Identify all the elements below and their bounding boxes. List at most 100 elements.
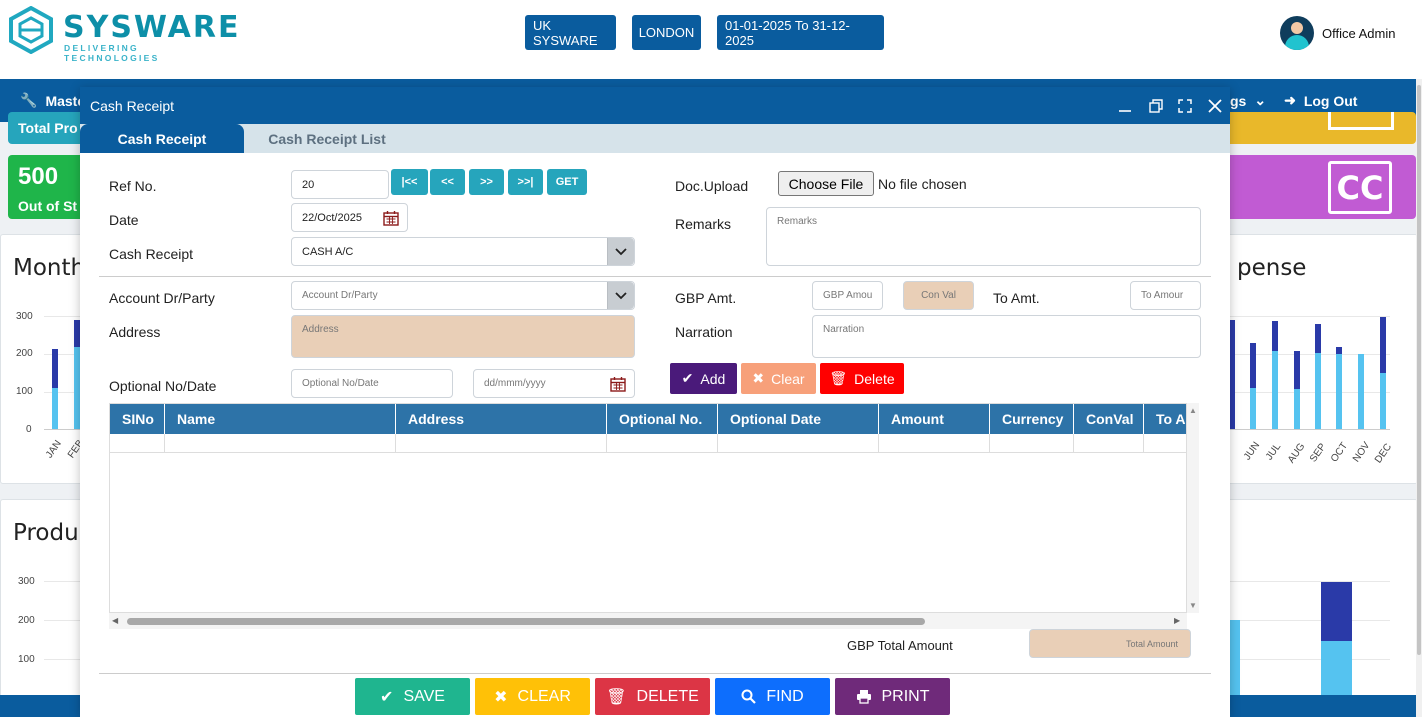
delete-row-button[interactable]: 🗑 Delete bbox=[820, 363, 904, 394]
out-of-stock-tile[interactable]: 500 Out of St bbox=[8, 155, 88, 219]
col-header[interactable]: SINo bbox=[110, 404, 165, 434]
bar-dec-dark bbox=[1380, 317, 1386, 373]
box-icon bbox=[1328, 112, 1394, 130]
bar-jan-dark bbox=[52, 349, 58, 388]
ref-no-label: Ref No. bbox=[109, 178, 157, 194]
doc-upload-label: Doc.Upload bbox=[675, 178, 749, 194]
check-circle-icon: ✔ bbox=[380, 688, 394, 706]
minimize-icon[interactable] bbox=[1115, 96, 1135, 116]
add-button[interactable]: ✔ Add bbox=[670, 363, 737, 394]
user-name: Office Admin bbox=[1322, 25, 1396, 41]
close-icon[interactable] bbox=[1205, 96, 1225, 116]
receipt-grid: SINo Name Address Optional No. Optional … bbox=[109, 403, 1187, 613]
logout-link[interactable]: Log Out bbox=[1304, 93, 1358, 109]
tab-cash-receipt-list[interactable]: Cash Receipt List bbox=[244, 124, 410, 153]
y-tick: 300 bbox=[16, 311, 33, 322]
date-input[interactable]: 22/Oct/2025 bbox=[291, 203, 408, 232]
col-header[interactable]: Address bbox=[396, 404, 607, 434]
optional-no-input[interactable]: Optional No/Date bbox=[291, 369, 453, 398]
scroll-left-icon[interactable]: ◀ bbox=[112, 616, 118, 625]
grid-horizontal-scrollbar[interactable]: ◀ ▶ bbox=[109, 613, 1187, 629]
print-label: PRINT bbox=[881, 687, 930, 705]
total-products-tile[interactable]: Total Pro bbox=[8, 112, 88, 144]
optional-date-placeholder: dd/mmm/yyyy bbox=[484, 378, 546, 389]
calendar-icon[interactable] bbox=[383, 210, 399, 226]
x-icon: ✖ bbox=[494, 688, 508, 706]
last-record-button[interactable]: >>| bbox=[508, 169, 543, 195]
product-chart-title: Produ bbox=[13, 520, 79, 546]
remarks-textarea[interactable]: Remarks bbox=[766, 207, 1201, 266]
bar-dec-light bbox=[1380, 373, 1386, 429]
con-val-input[interactable]: Con Val bbox=[903, 281, 974, 310]
account-label: Account Dr/Party bbox=[109, 290, 215, 306]
add-label: Add bbox=[700, 370, 726, 387]
cash-receipt-select[interactable]: CASH A/C bbox=[291, 237, 635, 266]
tab-bar: Cash Receipt Cash Receipt List bbox=[80, 124, 1230, 153]
col-header[interactable]: Optional No. bbox=[607, 404, 718, 434]
narration-textarea[interactable]: Narration bbox=[812, 315, 1201, 358]
bar-oct-dark bbox=[1336, 347, 1342, 354]
ref-no-input[interactable]: 20 bbox=[291, 170, 389, 199]
col-header[interactable]: Currency bbox=[990, 404, 1074, 434]
clear-row-button[interactable]: ✖ Clear bbox=[741, 363, 816, 394]
chevron-down-icon: ⌄ bbox=[1254, 92, 1267, 108]
save-button[interactable]: ✔ SAVE bbox=[355, 678, 470, 715]
gbp-amount-input[interactable]: GBP Amou bbox=[812, 281, 883, 310]
prev-record-button[interactable]: << bbox=[430, 169, 465, 195]
address-textarea[interactable]: Address bbox=[291, 315, 635, 358]
optional-date-input[interactable]: dd/mmm/yyyy bbox=[473, 369, 635, 398]
printer-icon bbox=[856, 690, 871, 704]
col-header[interactable]: To Am bbox=[1144, 404, 1186, 434]
nav-settings[interactable]: gs ⌄ ➜ Log Out bbox=[1230, 92, 1357, 109]
page-scrollbar[interactable] bbox=[1416, 79, 1422, 717]
save-label: SAVE bbox=[403, 687, 445, 705]
scroll-down-icon[interactable]: ▼ bbox=[1189, 601, 1197, 610]
get-button[interactable]: GET bbox=[547, 169, 587, 195]
choose-file-button[interactable]: Choose File bbox=[778, 171, 874, 196]
account-select[interactable]: Account Dr/Party bbox=[291, 281, 635, 310]
to-amount-input[interactable]: To Amour bbox=[1130, 281, 1201, 310]
cash-receipt-value: CASH A/C bbox=[302, 245, 354, 258]
find-button[interactable]: FIND bbox=[715, 678, 830, 715]
calendar-icon[interactable] bbox=[610, 376, 626, 392]
check-circle-icon: ✔ bbox=[681, 370, 694, 386]
company-button[interactable]: UK SYSWARE bbox=[525, 15, 616, 50]
col-header[interactable]: Name bbox=[165, 404, 396, 434]
print-button[interactable]: PRINT bbox=[835, 678, 950, 715]
product-bar-light bbox=[1321, 641, 1352, 695]
col-header[interactable]: ConVal bbox=[1074, 404, 1144, 434]
grid-vertical-scrollbar[interactable]: ▲ ▼ bbox=[1187, 403, 1199, 613]
chevron-down-icon bbox=[607, 238, 634, 265]
scroll-right-icon[interactable]: ▶ bbox=[1174, 616, 1180, 625]
bar-nov-light bbox=[1358, 354, 1364, 429]
summary-tile-purple[interactable]: CC bbox=[1224, 155, 1416, 219]
total-amount-input[interactable]: Total Amount bbox=[1029, 629, 1191, 658]
tab-cash-receipt[interactable]: Cash Receipt bbox=[80, 124, 244, 153]
tile-label: Total Pro bbox=[18, 120, 78, 136]
cash-receipt-modal: Cash Receipt Cash Receipt Cash Receipt L… bbox=[80, 87, 1230, 717]
clear-button[interactable]: ✖ CLEAR bbox=[475, 678, 590, 715]
branch-button[interactable]: LONDON bbox=[632, 15, 701, 50]
bar-jul-dark bbox=[1272, 321, 1278, 351]
scroll-thumb[interactable] bbox=[127, 618, 925, 625]
first-record-button[interactable]: |<< bbox=[391, 169, 428, 195]
restore-icon[interactable] bbox=[1146, 96, 1166, 116]
nav-masters[interactable]: 🔧 Maste bbox=[20, 92, 85, 109]
period-button[interactable]: 01-01-2025 To 31-12-2025 bbox=[717, 15, 884, 50]
gbp-amt-label: GBP Amt. bbox=[675, 290, 737, 306]
col-header[interactable]: Optional Date bbox=[718, 404, 879, 434]
trash-icon: 🗑 bbox=[606, 688, 627, 706]
user-menu[interactable]: Office Admin bbox=[1280, 16, 1395, 50]
narration-label: Narration bbox=[675, 324, 733, 340]
sysware-logo[interactable]: SYSWARE DELIVERING TECHNOLOGIES bbox=[8, 6, 239, 63]
col-header[interactable]: Amount bbox=[879, 404, 990, 434]
maximize-icon[interactable] bbox=[1175, 96, 1195, 116]
next-record-button[interactable]: >> bbox=[469, 169, 504, 195]
scroll-up-icon[interactable]: ▲ bbox=[1189, 406, 1197, 415]
bar-jan-light bbox=[52, 388, 58, 429]
delete-button[interactable]: 🗑 DELETE bbox=[595, 678, 710, 715]
tile-label: Out of St bbox=[18, 198, 78, 214]
table-row[interactable] bbox=[110, 434, 1186, 453]
summary-tile-yellow[interactable] bbox=[1224, 112, 1416, 144]
bar-aug-light bbox=[1294, 389, 1300, 429]
